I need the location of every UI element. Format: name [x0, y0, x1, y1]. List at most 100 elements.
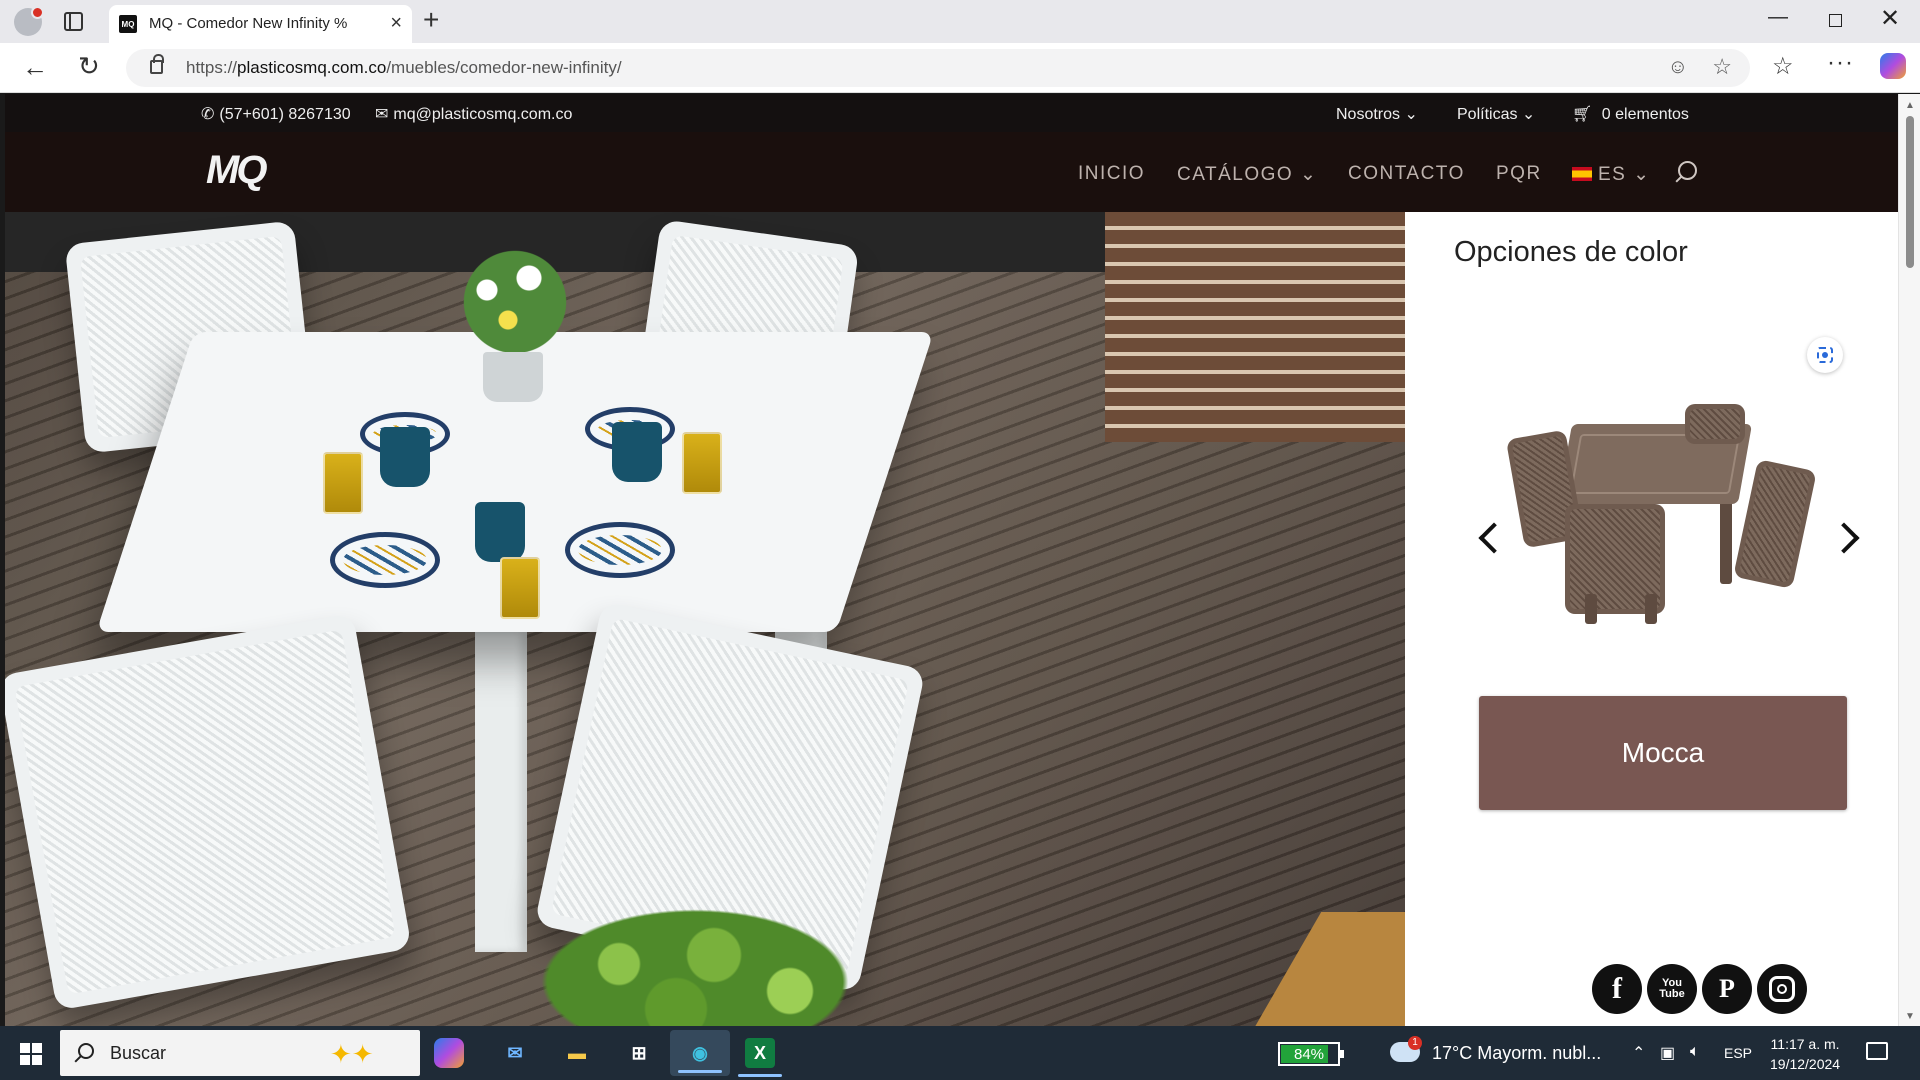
color-option-mocca-button[interactable]: Mocca	[1479, 696, 1847, 810]
scroll-down-icon[interactable]: ▼	[1905, 1011, 1915, 1022]
background-wall	[1105, 212, 1405, 442]
glass	[323, 452, 363, 514]
product-hero-image	[5, 212, 1405, 1026]
zoom-image-icon[interactable]	[1807, 337, 1843, 373]
email-link[interactable]: ✉ mq@plasticosmq.com.co	[375, 104, 572, 124]
menu-nosotros[interactable]: Nosotros ⌄	[1336, 104, 1418, 124]
windows-start-icon[interactable]	[20, 1043, 42, 1065]
favorites-list-icon[interactable]: ☆	[1772, 52, 1794, 81]
cart-count: 0 elementos	[1601, 106, 1689, 123]
reader-mode-icon[interactable]: ☺	[1668, 56, 1688, 79]
new-tab-icon[interactable]: +	[423, 4, 439, 36]
main-navigation: MQ INICIO CATÁLOGO ⌄ CONTACTO PQR ES ⌄	[5, 132, 1898, 212]
spain-flag-icon	[1572, 167, 1592, 181]
browser-tab[interactable]: MQ MQ - Comedor New Infinity % ×	[109, 5, 412, 43]
address-bar-row: ← ↻ https://plasticosmq.com.co/muebles/c…	[0, 43, 1920, 93]
browser-tab-strip: MQ MQ - Comedor New Infinity % × + — ✕	[0, 0, 1920, 43]
menu-politicas[interactable]: Políticas ⌄	[1457, 104, 1535, 124]
nav-catalogo[interactable]: CATÁLOGO ⌄	[1177, 163, 1317, 186]
wooden-plank	[1228, 912, 1405, 1026]
tab-actions-icon[interactable]	[64, 12, 83, 31]
tab-close-icon[interactable]: ×	[390, 12, 402, 35]
url-path: /muebles/comedor-new-infinity/	[386, 58, 622, 77]
copilot-icon[interactable]	[1880, 53, 1906, 79]
chair-back	[1685, 404, 1745, 444]
facebook-icon[interactable]: f	[1592, 964, 1642, 1014]
chevron-up-icon[interactable]: ⌃	[1632, 1043, 1645, 1063]
windows-taskbar: Buscar ✦✦ ✉ ▬ ⊞ ◉ X 84% 1 17°C Mayorm. n…	[0, 1026, 1920, 1080]
back-arrow-icon[interactable]: ←	[22, 52, 48, 83]
flower-bouquet	[445, 242, 585, 362]
chevron-down-icon: ⌄	[1404, 106, 1418, 123]
top-info-bar: ✆ (57+601) 8267130 ✉ mq@plasticosmq.com.co…	[5, 94, 1898, 132]
page-scrollbar[interactable]: ▲ ▼	[1898, 94, 1920, 1026]
email-text: mq@plasticosmq.com.co	[393, 106, 573, 123]
notification-icon[interactable]	[1866, 1042, 1888, 1060]
battery-percent: 84%	[1293, 1046, 1325, 1063]
outlook-app-icon[interactable]: ✉	[496, 1034, 534, 1072]
chair-leg	[1585, 594, 1597, 624]
phone-icon: ✆	[201, 106, 215, 123]
nav-inicio[interactable]: INICIO	[1078, 163, 1145, 185]
youtube-label: You Tube	[1659, 978, 1684, 1000]
search-icon	[78, 1043, 94, 1059]
chair-leg	[1645, 594, 1657, 624]
more-options-icon[interactable]: ···	[1827, 49, 1854, 77]
glass	[682, 432, 722, 494]
clock[interactable]: 11:17 a. m. 19/12/2024	[1770, 1034, 1840, 1074]
youtube-tube: Tube	[1659, 988, 1685, 1000]
chair-front-left	[5, 613, 412, 1011]
flower-pot	[483, 352, 543, 402]
nav-pqr[interactable]: PQR	[1496, 163, 1542, 185]
cart-icon: 🛒︎	[1572, 106, 1593, 123]
scroll-thumb[interactable]	[1906, 116, 1914, 268]
reload-icon[interactable]: ↻	[78, 51, 100, 82]
language-selector[interactable]: ES ⌄	[1572, 163, 1651, 186]
cart-link[interactable]: 🛒︎ 0 elementos	[1572, 104, 1689, 124]
favorite-star-icon[interactable]: ☆	[1712, 54, 1732, 80]
instagram-icon[interactable]	[1757, 964, 1807, 1014]
nav-catalogo-label: CATÁLOGO	[1177, 164, 1294, 185]
taskbar-search[interactable]: Buscar ✦✦	[60, 1030, 420, 1076]
edge-app-icon[interactable]: ◉	[670, 1030, 730, 1076]
language-label: ES	[1598, 164, 1627, 185]
network-icon[interactable]: ▣	[1660, 1043, 1675, 1063]
volume-icon[interactable]: 🔈︎	[1690, 1043, 1700, 1061]
search-icon[interactable]	[1678, 161, 1697, 180]
weather-text[interactable]: 17°C Mayorm. nubl...	[1432, 1043, 1601, 1064]
url-field[interactable]: https://plasticosmq.com.co/muebles/comed…	[126, 49, 1750, 87]
microsoft-store-icon[interactable]: ⊞	[620, 1034, 658, 1072]
chevron-down-icon: ⌄	[1633, 164, 1651, 185]
file-explorer-icon[interactable]: ▬	[558, 1034, 596, 1072]
clock-date: 19/12/2024	[1770, 1056, 1841, 1072]
window-minimize-icon[interactable]: —	[1768, 6, 1788, 29]
nav-contacto[interactable]: CONTACTO	[1348, 163, 1465, 185]
window-maximize-icon[interactable]	[1829, 14, 1842, 27]
site-logo[interactable]: MQ	[206, 148, 267, 193]
phone-link[interactable]: ✆ (57+601) 8267130	[201, 104, 351, 124]
carousel-next-icon[interactable]	[1828, 522, 1860, 554]
cup	[475, 502, 525, 562]
product-thumbnail	[1505, 394, 1825, 634]
scroll-up-icon[interactable]: ▲	[1905, 100, 1915, 111]
clock-time: 11:17 a. m.	[1770, 1036, 1840, 1052]
mail-icon: ✉	[375, 106, 389, 123]
language-indicator[interactable]: ESP	[1724, 1045, 1752, 1061]
glass	[500, 557, 540, 619]
battery-indicator[interactable]: 84%	[1278, 1042, 1344, 1066]
chevron-down-icon: ⌄	[1299, 164, 1318, 185]
chevron-down-icon: ⌄	[1521, 106, 1536, 123]
lock-icon[interactable]	[150, 54, 164, 74]
chair-right	[1733, 459, 1817, 589]
phone-text: (57+601) 8267130	[219, 106, 351, 123]
weather-badge: 1	[1408, 1036, 1422, 1050]
url-text[interactable]: https://plasticosmq.com.co/muebles/comed…	[186, 58, 622, 78]
excel-app-icon[interactable]: X	[745, 1038, 775, 1068]
youtube-icon[interactable]: You Tube	[1647, 964, 1697, 1014]
copilot-app-icon[interactable]	[434, 1038, 464, 1068]
tab-favicon: MQ	[119, 15, 137, 33]
window-close-icon[interactable]: ✕	[1880, 4, 1900, 33]
url-prefix: https://	[186, 58, 238, 77]
profile-avatar[interactable]	[14, 6, 44, 36]
pinterest-icon[interactable]: P	[1702, 964, 1752, 1014]
